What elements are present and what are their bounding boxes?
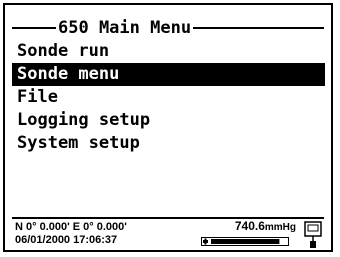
handheld-display: 650 Main Menu Sonde run Sonde menu File …	[3, 3, 333, 252]
menu-item-sonde-run[interactable]: Sonde run	[12, 40, 325, 63]
status-bar: N 0° 0.000' E 0° 0.000' 06/01/2000 17:06…	[12, 217, 324, 253]
menu-item-sonde-menu[interactable]: Sonde menu	[12, 63, 325, 86]
main-menu: Sonde run Sonde menu File Logging setup …	[12, 40, 325, 155]
gps-coordinates: N 0° 0.000' E 0° 0.000'	[15, 221, 127, 233]
menu-item-file[interactable]: File	[12, 86, 325, 109]
menu-item-system-setup[interactable]: System setup	[12, 132, 325, 155]
battery-icon	[201, 237, 289, 246]
sonde-icon	[304, 221, 322, 248]
title-rule-right	[193, 27, 324, 29]
pressure-value: 740.6	[234, 219, 265, 233]
title-rule-left	[12, 27, 56, 29]
title-bar: 650 Main Menu	[12, 17, 324, 39]
menu-item-logging-setup[interactable]: Logging setup	[12, 109, 325, 132]
barometric-pressure: 740.6mmHg	[235, 219, 296, 235]
pressure-unit: mmHg	[264, 222, 296, 233]
date-time: 06/01/2000 17:06:37	[15, 234, 118, 246]
battery-level-fill	[211, 239, 280, 244]
page-title: 650 Main Menu	[58, 18, 192, 38]
